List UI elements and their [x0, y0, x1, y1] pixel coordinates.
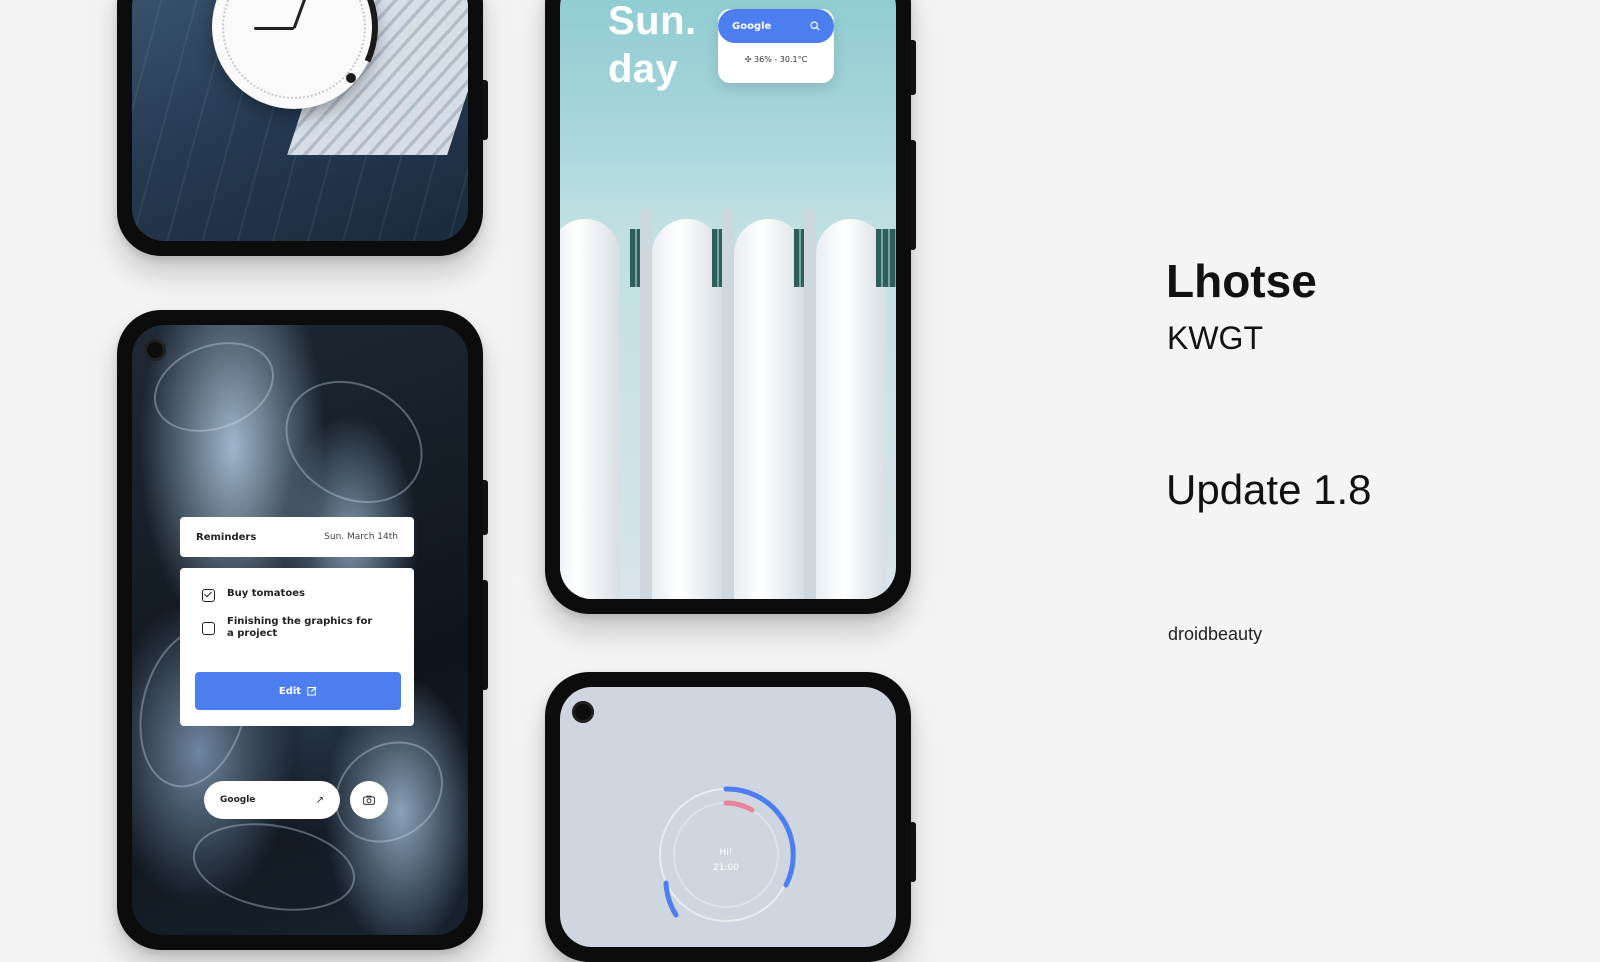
- phone-clock: [117, 0, 488, 256]
- ring-time: 21:00: [713, 863, 739, 873]
- phone-sunday: Sun. day Google ✣ 36% - 30.1°C: [545, 0, 916, 614]
- power-button: [483, 480, 488, 535]
- edit-button-label: Edit: [278, 685, 302, 697]
- camera-button[interactable]: [350, 781, 388, 819]
- reminder-label: Finishing the graphics for a project: [227, 616, 373, 639]
- ring-greeting: Hi!: [720, 848, 733, 858]
- building-window: [876, 229, 896, 287]
- reminders-date: Sun. March 14th: [324, 532, 398, 542]
- volume-button: [483, 580, 488, 690]
- edit-button[interactable]: Edit: [195, 672, 401, 710]
- marble-swirl: [263, 356, 445, 528]
- google-search-pill[interactable]: Google ↗: [204, 781, 340, 819]
- sunday-screen: Sun. day Google ✣ 36% - 30.1°C: [560, 0, 896, 599]
- building-pillar: [560, 219, 620, 599]
- power-button: [911, 822, 916, 882]
- ring-clock-widget[interactable]: Hi! 21:00: [646, 775, 806, 935]
- checkbox-unchecked-icon[interactable]: [202, 622, 215, 635]
- clock-screen: [132, 0, 468, 241]
- reminders-header: Reminders Sun. March 14th: [180, 517, 414, 557]
- day-title-line1: Sun.: [608, 0, 697, 43]
- brand-subtitle: KWGT: [1167, 320, 1263, 356]
- day-title-line2: day: [608, 47, 679, 91]
- phone-reminders: Reminders Sun. March 14th Buy tomatoes F…: [117, 310, 488, 950]
- power-button: [483, 80, 488, 140]
- checkbox-checked-icon[interactable]: [202, 589, 215, 602]
- arrow-up-right-icon: ↗: [315, 794, 324, 806]
- google-search-label: Google: [732, 20, 772, 32]
- google-search-bar[interactable]: Google: [718, 9, 834, 43]
- weather-icon: ✣: [744, 55, 752, 64]
- building-recess: [640, 209, 652, 599]
- clock-hour-hand: [254, 27, 294, 30]
- clock-arc-end-dot: [346, 73, 356, 83]
- volume-button: [911, 140, 916, 250]
- day-title: Sun. day: [608, 0, 697, 93]
- google-search-label: Google: [220, 795, 256, 805]
- ring-progress-outer-tail: [663, 880, 679, 918]
- camera-icon: [363, 795, 375, 805]
- edit-icon: [307, 686, 317, 696]
- marble-swirl: [185, 811, 363, 923]
- weather-search-widget: Google ✣ 36% - 30.1°C: [718, 9, 834, 83]
- front-camera: [572, 701, 594, 723]
- power-button: [911, 40, 916, 95]
- reminder-item[interactable]: Buy tomatoes: [202, 588, 398, 602]
- update-version: Update 1.8: [1166, 466, 1372, 513]
- building-recess: [722, 209, 734, 599]
- front-camera: [144, 339, 166, 361]
- phone-ring: Hi! 21:00: [545, 672, 916, 962]
- ring-progress-inner: [723, 800, 755, 813]
- brand-title: Lhotse: [1166, 255, 1317, 307]
- reminders-title: Reminders: [196, 531, 257, 543]
- weather-readout: ✣ 36% - 30.1°C: [718, 55, 834, 64]
- reminder-label: Buy tomatoes: [227, 588, 305, 599]
- search-icon: [810, 21, 820, 31]
- weather-text: 36% - 30.1°C: [754, 55, 808, 64]
- reminders-card: Buy tomatoes Finishing the graphics for …: [180, 568, 414, 726]
- reminders-screen: Reminders Sun. March 14th Buy tomatoes F…: [132, 325, 468, 935]
- building-recess: [804, 209, 816, 599]
- reminder-item[interactable]: Finishing the graphics for a project: [202, 616, 398, 640]
- ring-screen: Hi! 21:00: [560, 687, 896, 947]
- author-name: droidbeauty: [1168, 624, 1263, 644]
- building-image: [560, 199, 896, 599]
